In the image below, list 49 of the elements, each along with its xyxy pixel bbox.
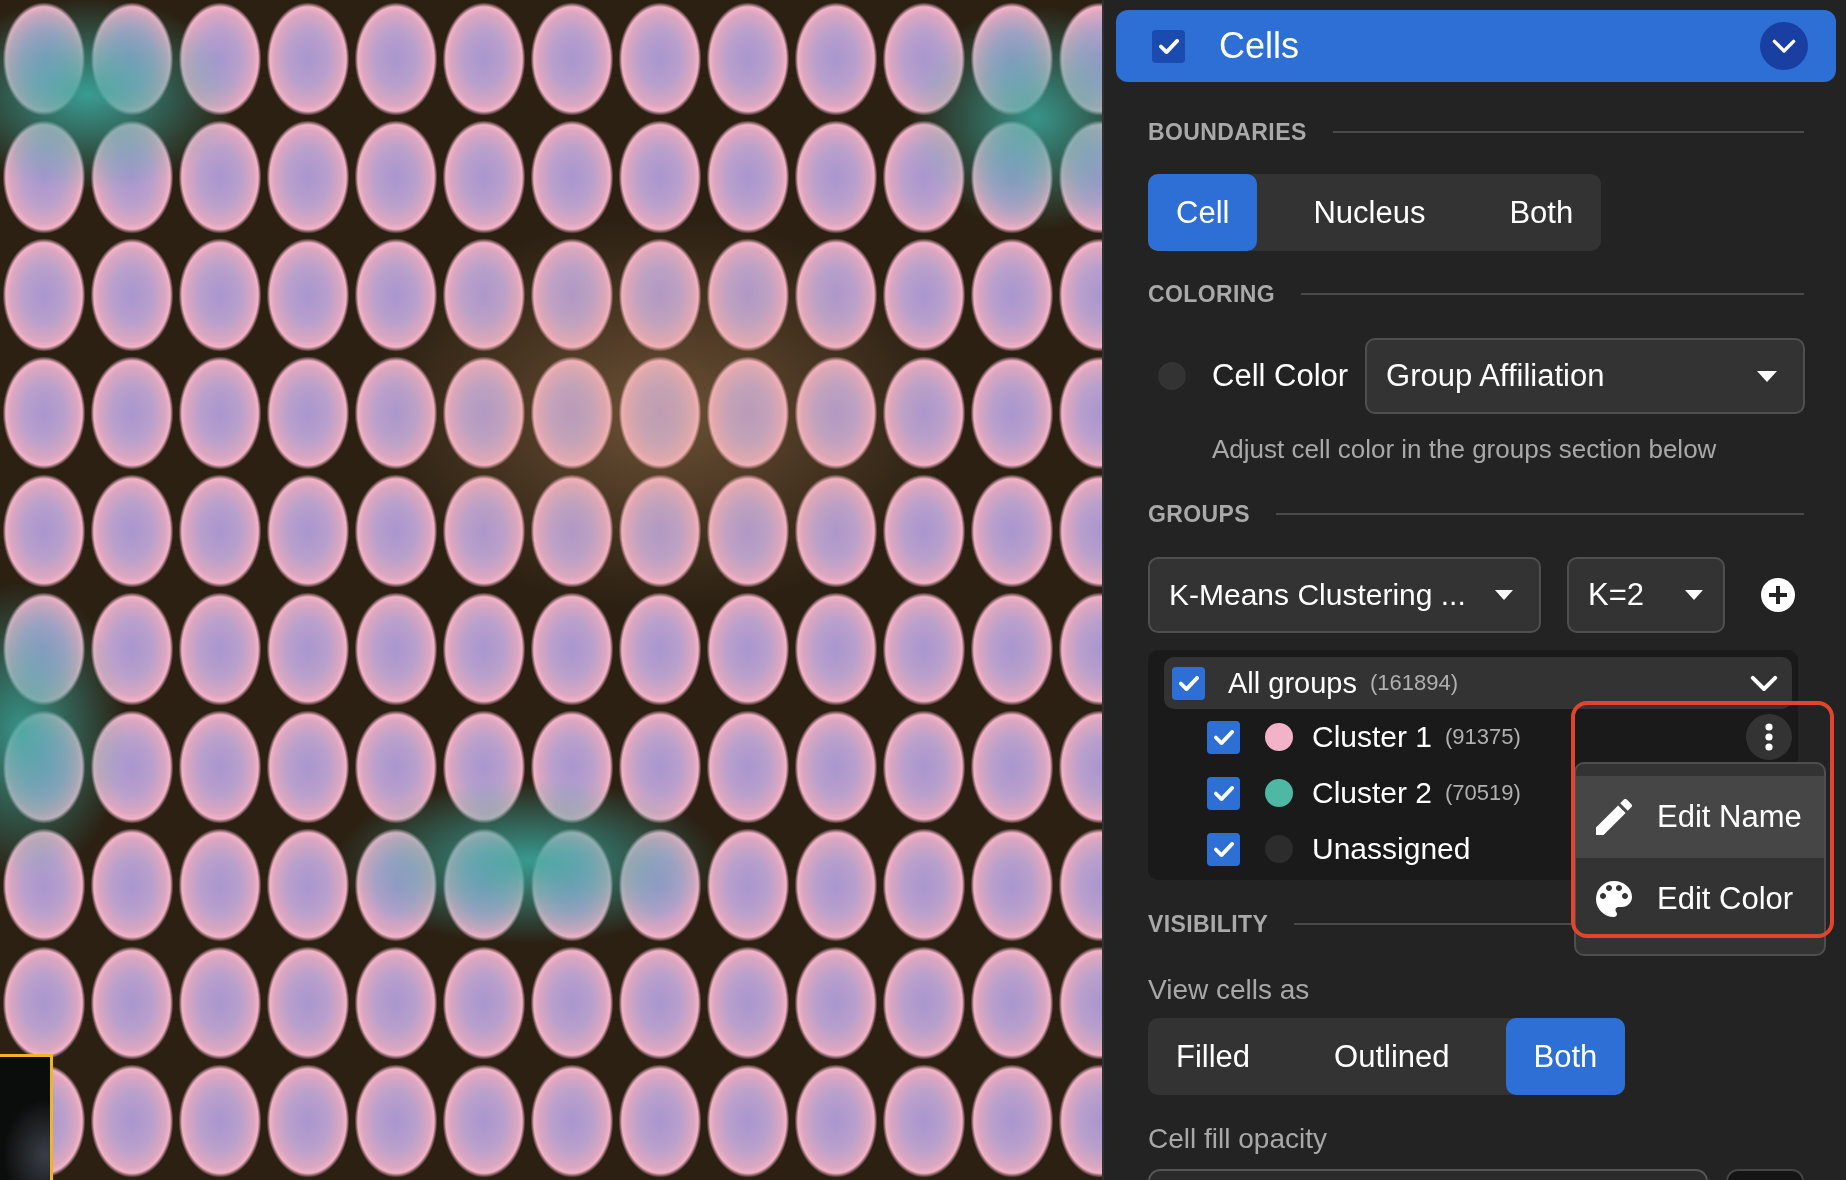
group-count: (161894) [1369, 670, 1459, 696]
check-icon [1213, 785, 1234, 801]
select-field[interactable]: Group Affiliation [1365, 338, 1806, 414]
section-heading: BOUNDARIES [1148, 118, 1307, 146]
group-name: All groups [1228, 666, 1357, 700]
segment-button[interactable]: Both [1505, 1018, 1626, 1095]
caret-down-icon [1757, 370, 1778, 382]
field-label: View cells as [1148, 973, 1311, 1007]
menu-item[interactable]: Edit Name [1576, 776, 1824, 858]
checkbox[interactable] [1172, 666, 1205, 700]
check-icon [1178, 675, 1199, 691]
select-field[interactable]: K-Means Clustering ... [1148, 557, 1541, 633]
palette-icon [1596, 881, 1632, 917]
segment-button[interactable]: Outlined [1306, 1018, 1478, 1095]
group-row[interactable]: All groups (161894) [1164, 657, 1792, 709]
segment-button[interactable]: Nucleus [1285, 174, 1454, 251]
group-count: (70519) [1445, 780, 1521, 806]
hint-text: Adjust cell color in the groups section below [1211, 433, 1718, 465]
segment-button[interactable]: Both [1481, 174, 1602, 251]
layer-header[interactable]: Cells [1116, 10, 1836, 82]
section-heading: GROUPS [1148, 500, 1251, 528]
layer-title: Cells [1219, 25, 1299, 67]
field-label: Cell Color [1212, 358, 1349, 394]
segment-button[interactable]: Filled [1148, 1018, 1279, 1095]
check-icon [1158, 38, 1179, 54]
minimap-placeholder[interactable] [0, 1054, 53, 1180]
collapse-button[interactable] [1760, 22, 1808, 70]
segment-button[interactable]: Cell [1148, 174, 1258, 251]
check-icon [1213, 729, 1234, 745]
caret-down-icon [1495, 590, 1513, 600]
add-button[interactable] [1761, 578, 1795, 612]
group-name: Unassigned [1312, 832, 1471, 866]
field-label: Cell fill opacity [1148, 1122, 1328, 1156]
section-heading: COLORING [1148, 280, 1276, 308]
caret-down-icon [1685, 590, 1703, 600]
checkbox[interactable] [1207, 776, 1240, 810]
group-name: Cluster 1 [1312, 720, 1433, 754]
checkbox[interactable] [1152, 29, 1185, 63]
group-name: Cluster 2 [1312, 776, 1433, 810]
plus-circle-icon [1761, 578, 1795, 612]
select-field[interactable]: K=2 [1567, 557, 1725, 633]
more-button[interactable] [1746, 714, 1792, 760]
more-vertical-icon [1765, 723, 1773, 751]
section-heading: VISIBILITY [1148, 910, 1269, 938]
checkbox[interactable] [1207, 720, 1240, 754]
check-icon [1213, 841, 1234, 857]
checkbox[interactable] [1207, 832, 1240, 866]
group-count: (91375) [1445, 724, 1521, 750]
pencil-icon [1596, 799, 1632, 835]
